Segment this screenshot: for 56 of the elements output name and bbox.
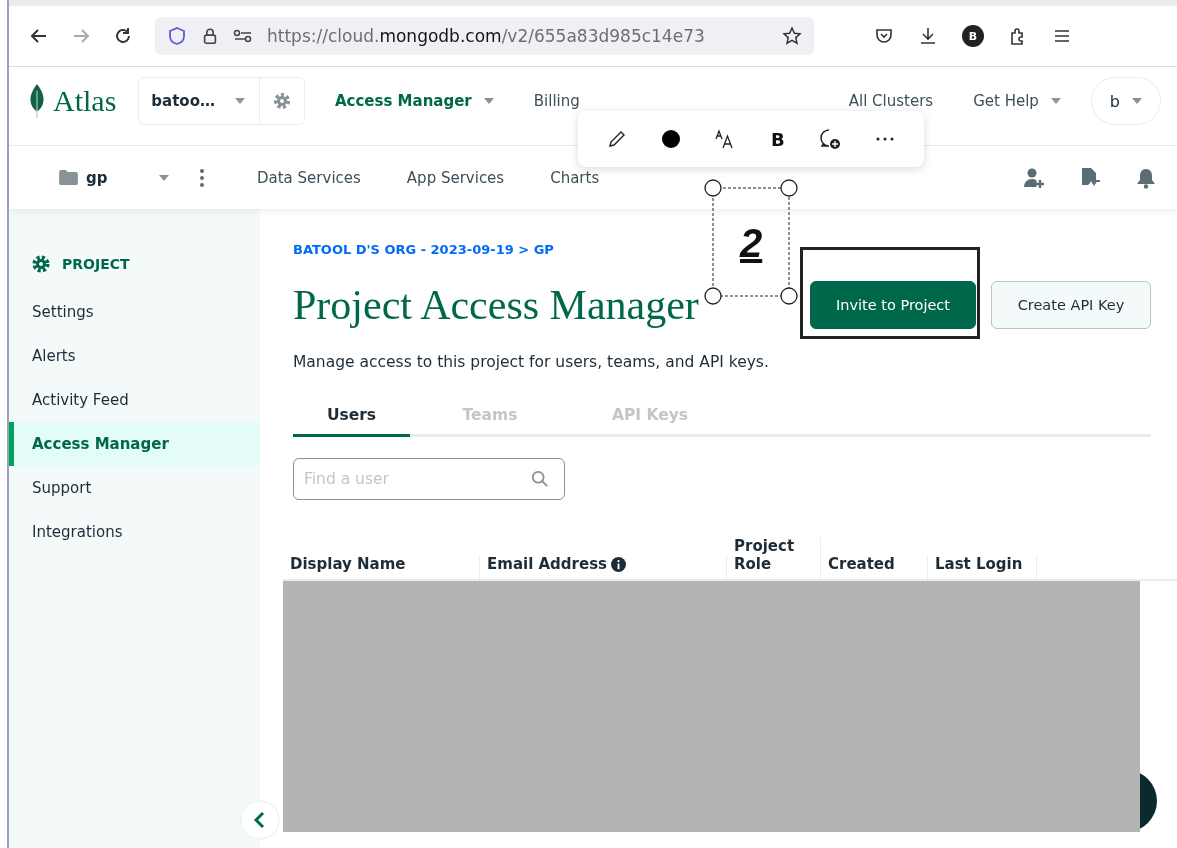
caret-icon [234,98,245,104]
create-key-button[interactable]: Create API Key [991,281,1151,329]
tab[interactable]: Users [293,406,410,437]
nav-link[interactable]: Get Help [973,92,1061,110]
download-icon[interactable] [918,26,938,46]
color-dot-icon[interactable] [661,129,682,149]
column-header[interactable]: Last Login [928,555,1037,579]
settings-icon [271,91,292,111]
chevron-left-icon[interactable] [240,800,280,840]
star-icon[interactable] [782,26,802,46]
sidebar-heading: PROJECT [62,256,130,272]
description: Manage access to this project for users, teams, and API keys. [293,353,770,371]
nav-link[interactable]: App Services [406,168,505,187]
nav-link[interactable]: Charts [550,168,600,187]
comment-add-icon[interactable] [818,128,841,150]
nav-link[interactable]: Data Services [257,168,361,187]
nav-link[interactable]: Billing [533,92,580,110]
pocket-icon[interactable] [874,26,894,46]
bold-button[interactable]: B [771,128,785,150]
profile-avatar[interactable]: B [962,25,984,47]
caret-icon [1132,98,1142,104]
nav-link[interactable]: Access Manager [334,92,494,110]
sidebar-item[interactable]: Support [9,466,260,510]
search-icon [531,470,549,488]
sidebar-item[interactable]: Access Manager [9,422,260,466]
permissions-icon [233,29,253,43]
gear-icon [32,255,50,273]
column-header[interactable]: Email Address [480,555,727,579]
leaf-icon [29,84,45,118]
column-header[interactable]: Project Role [727,537,821,579]
sidebar-item[interactable]: Integrations [9,510,260,554]
sidebar-item[interactable]: Alerts [9,334,260,378]
sidebar-item[interactable]: Activity Feed [9,378,260,422]
search-field[interactable]: Find a user [293,458,565,500]
column-header[interactable]: Display Name [283,555,480,579]
annotation-text: 2 [740,223,763,263]
shield-icon [167,26,187,46]
lock-icon [201,26,219,46]
folder-icon [59,170,78,185]
url-text: https://cloud.mongodb.com/v2/655a83d985c14e73 [267,26,706,46]
add-user-icon[interactable] [1023,166,1045,189]
nav-link[interactable]: All Clusters [848,92,934,110]
reload-icon[interactable] [113,26,133,46]
breadcrumb[interactable]: BATOOL D'S ORG - 2023-09-19 > GP [293,242,554,257]
project-selector[interactable]: gp [59,168,169,187]
column-header[interactable]: Created [821,555,928,579]
more-icon[interactable] [874,136,895,142]
selection-frame-drawing[interactable] [704,179,798,305]
page-title: Project Access Manager [293,281,700,329]
logo-text: Atlas [53,84,117,118]
address-bar[interactable]: https://cloud.mongodb.com/v2/655a83d985c14e73 [155,17,814,55]
invite-button[interactable]: Invite to Project [810,281,976,329]
bell-icon[interactable] [1135,166,1157,189]
caret-icon [159,174,169,181]
sidebar-item[interactable]: Settings [9,290,260,334]
pencil-icon[interactable] [607,129,627,149]
